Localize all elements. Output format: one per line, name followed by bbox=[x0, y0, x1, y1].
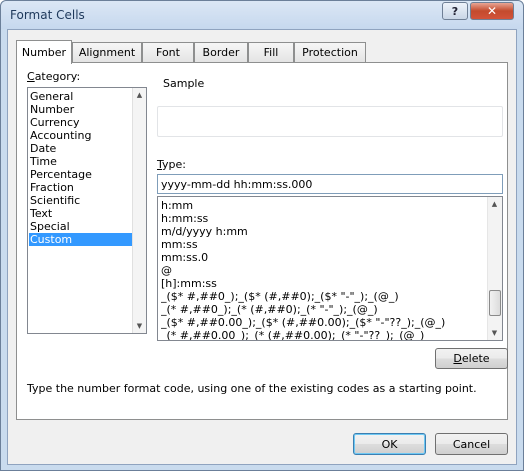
category-item-text[interactable]: Text bbox=[29, 207, 132, 220]
tab-border[interactable]: Border bbox=[194, 42, 248, 62]
category-label: Category: bbox=[27, 70, 81, 83]
category-item-fraction[interactable]: Fraction bbox=[29, 181, 132, 194]
category-item-special[interactable]: Special bbox=[29, 220, 132, 233]
category-item-scientific[interactable]: Scientific bbox=[29, 194, 132, 207]
title-bar[interactable]: Format Cells ? ✕ bbox=[1, 1, 523, 29]
format-code-item[interactable]: mm:ss.0 bbox=[161, 251, 486, 264]
format-code-item[interactable]: _($* #,##0_);_($* (#,##0);_($* "-"_);_(@… bbox=[161, 290, 486, 303]
ok-button[interactable]: OK bbox=[353, 433, 426, 455]
category-item-percentage[interactable]: Percentage bbox=[29, 168, 132, 181]
format-cells-dialog: Format Cells ? ✕ Number Alignment Font B… bbox=[0, 0, 524, 471]
format-code-scrollbar[interactable]: ▲ ▼ bbox=[487, 197, 502, 340]
scrollbar-thumb[interactable] bbox=[489, 290, 501, 316]
tab-font[interactable]: Font bbox=[142, 42, 194, 62]
cancel-button[interactable]: Cancel bbox=[435, 433, 508, 455]
number-tab-panel: Category: General Number Currency Accoun… bbox=[16, 62, 508, 420]
help-button[interactable]: ? bbox=[442, 2, 468, 20]
scroll-up-arrow-icon[interactable]: ▲ bbox=[133, 88, 146, 102]
type-label: Type: bbox=[157, 158, 186, 171]
close-button[interactable]: ✕ bbox=[470, 2, 514, 20]
delete-button[interactable]: Delete bbox=[435, 348, 508, 369]
category-item-accounting[interactable]: Accounting bbox=[29, 129, 132, 142]
format-code-item[interactable]: h:mm:ss bbox=[161, 212, 486, 225]
category-item-number[interactable]: Number bbox=[29, 103, 132, 116]
category-item-currency[interactable]: Currency bbox=[29, 116, 132, 129]
category-list: General Number Currency Accounting Date … bbox=[29, 90, 132, 246]
category-scrollbar[interactable]: ▲ ▼ bbox=[132, 88, 146, 333]
tab-protection[interactable]: Protection bbox=[294, 42, 366, 62]
format-code-item[interactable]: _($* #,##0.00_);_($* (#,##0.00);_($* "-"… bbox=[161, 316, 486, 329]
format-code-item[interactable]: mm:ss bbox=[161, 238, 486, 251]
category-item-time[interactable]: Time bbox=[29, 155, 132, 168]
tab-fill[interactable]: Fill bbox=[248, 42, 294, 62]
sample-label: Sample bbox=[163, 77, 205, 90]
tab-number[interactable]: Number bbox=[16, 40, 72, 64]
format-code-item[interactable]: m/d/yyyy h:mm bbox=[161, 225, 486, 238]
category-item-custom[interactable]: Custom bbox=[29, 233, 132, 246]
format-code-item[interactable]: _(* #,##0_);_(* (#,##0);_(* "-"_);_(@_) bbox=[161, 303, 486, 316]
sample-group: Sample bbox=[157, 77, 503, 137]
sample-preview bbox=[157, 106, 503, 137]
format-code-listbox[interactable]: h:mm h:mm:ss m/d/yyyy h:mm mm:ss mm:ss.0… bbox=[157, 196, 503, 341]
dialog-body: Number Alignment Font Border Fill Protec… bbox=[7, 29, 517, 465]
category-item-date[interactable]: Date bbox=[29, 142, 132, 155]
format-code-item[interactable]: _(* #,##0.00_);_(* (#,##0.00);_(* "-"??_… bbox=[161, 329, 486, 340]
format-code-item[interactable]: h:mm bbox=[161, 199, 486, 212]
format-code-item[interactable]: @ bbox=[161, 264, 486, 277]
tab-alignment[interactable]: Alignment bbox=[72, 42, 142, 62]
format-code-item[interactable]: [h]:mm:ss bbox=[161, 277, 486, 290]
scroll-up-arrow-icon[interactable]: ▲ bbox=[488, 197, 501, 211]
hint-text: Type the number format code, using one o… bbox=[27, 382, 477, 395]
scroll-down-arrow-icon[interactable]: ▼ bbox=[488, 326, 501, 340]
category-listbox[interactable]: General Number Currency Accounting Date … bbox=[27, 87, 147, 334]
category-item-general[interactable]: General bbox=[29, 90, 132, 103]
dialog-title: Format Cells bbox=[10, 8, 85, 22]
format-code-list: h:mm h:mm:ss m/d/yyyy h:mm mm:ss mm:ss.0… bbox=[161, 199, 486, 340]
scroll-down-arrow-icon[interactable]: ▼ bbox=[133, 319, 146, 333]
type-input[interactable] bbox=[157, 174, 503, 194]
